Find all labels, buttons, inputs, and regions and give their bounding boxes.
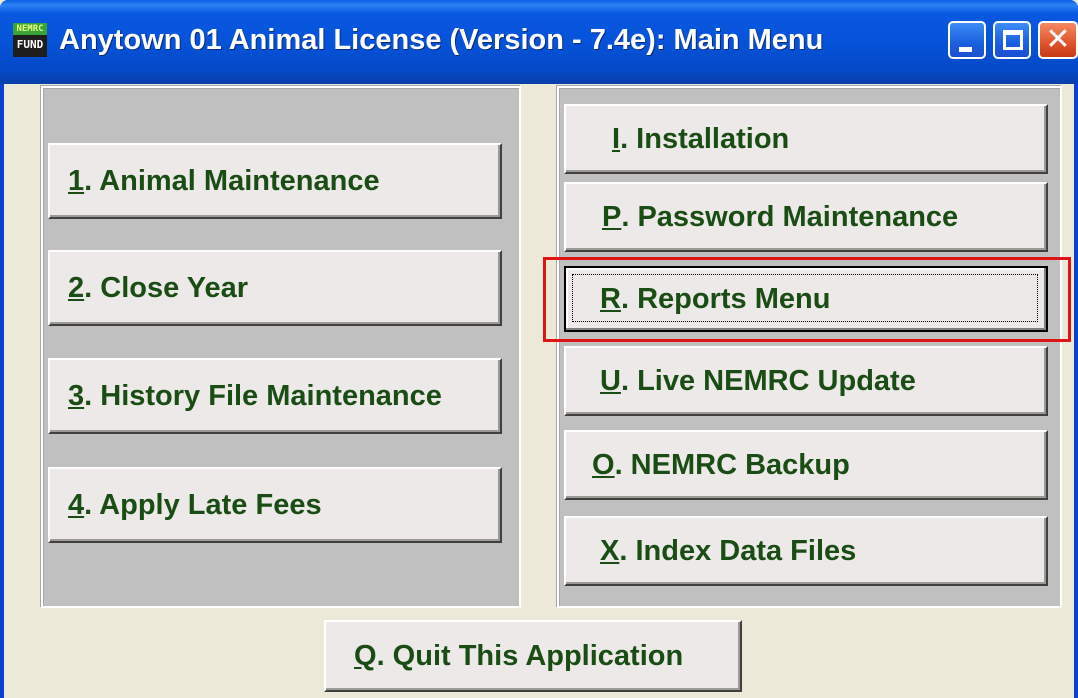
close-year-button[interactable]: 2. Close Year bbox=[48, 250, 502, 326]
button-label: . Live NEMRC Update bbox=[620, 364, 916, 397]
maximize-button[interactable] bbox=[993, 21, 1031, 59]
button-label: . Installation bbox=[620, 122, 790, 155]
nemrc-backup-button[interactable]: O. NEMRC Backup bbox=[564, 430, 1048, 500]
live-nemrc-update-button[interactable]: U. Live NEMRC Update bbox=[564, 346, 1048, 416]
hotkey-q: Q bbox=[354, 639, 377, 672]
hotkey-3: 3 bbox=[68, 379, 85, 412]
button-label: . History File Maintenance bbox=[84, 379, 442, 412]
apply-late-fees-button[interactable]: 4. Apply Late Fees bbox=[48, 467, 502, 543]
close-icon: ✕ bbox=[1045, 22, 1071, 57]
hotkey-x: X bbox=[600, 534, 620, 567]
quit-application-button[interactable]: Q. Quit This Application bbox=[324, 620, 742, 692]
app-window: NEMRC FUND Anytown 01 Animal License (Ve… bbox=[0, 0, 1078, 698]
installation-button[interactable]: I. Installation bbox=[564, 104, 1048, 174]
hotkey-u: U bbox=[600, 364, 621, 397]
maximize-icon bbox=[1003, 30, 1023, 50]
hotkey-i: I bbox=[612, 122, 621, 155]
window-title: Anytown 01 Animal License (Version - 7.4… bbox=[59, 24, 824, 56]
button-label: . Index Data Files bbox=[619, 534, 857, 567]
hotkey-2: 2 bbox=[68, 271, 85, 304]
button-label: . NEMRC Backup bbox=[614, 448, 850, 481]
button-label: . Password Maintenance bbox=[621, 200, 959, 233]
reports-menu-button[interactable]: R. Reports Menu bbox=[564, 266, 1048, 332]
hotkey-4: 4 bbox=[68, 488, 85, 521]
minimize-button[interactable] bbox=[948, 21, 986, 59]
minimize-icon bbox=[959, 47, 972, 52]
main-menu-panel: 1. Animal Maintenance 2. Close Year 3. H… bbox=[4, 84, 1074, 698]
button-label: . Animal Maintenance bbox=[84, 164, 380, 197]
button-label: . Quit This Application bbox=[376, 639, 684, 672]
hotkey-1: 1 bbox=[68, 164, 85, 197]
button-label: . Apply Late Fees bbox=[84, 488, 322, 521]
hotkey-o: O bbox=[592, 448, 615, 481]
title-bar[interactable]: NEMRC FUND Anytown 01 Animal License (Ve… bbox=[0, 0, 1078, 84]
animal-maintenance-button[interactable]: 1. Animal Maintenance bbox=[48, 143, 502, 219]
icon-bottom-text: FUND bbox=[16, 38, 44, 51]
hotkey-p: P bbox=[602, 200, 622, 233]
history-file-maintenance-button[interactable]: 3. History File Maintenance bbox=[48, 358, 502, 434]
hotkey-r: R bbox=[600, 282, 621, 315]
index-data-files-button[interactable]: X. Index Data Files bbox=[564, 516, 1048, 586]
close-button[interactable]: ✕ bbox=[1038, 21, 1078, 59]
button-label: . Reports Menu bbox=[620, 282, 831, 315]
nemrc-fund-icon[interactable]: NEMRC FUND bbox=[13, 23, 47, 57]
password-maintenance-button[interactable]: P. Password Maintenance bbox=[564, 182, 1048, 252]
icon-top-text: NEMRC bbox=[13, 23, 47, 35]
button-label: . Close Year bbox=[84, 271, 249, 304]
